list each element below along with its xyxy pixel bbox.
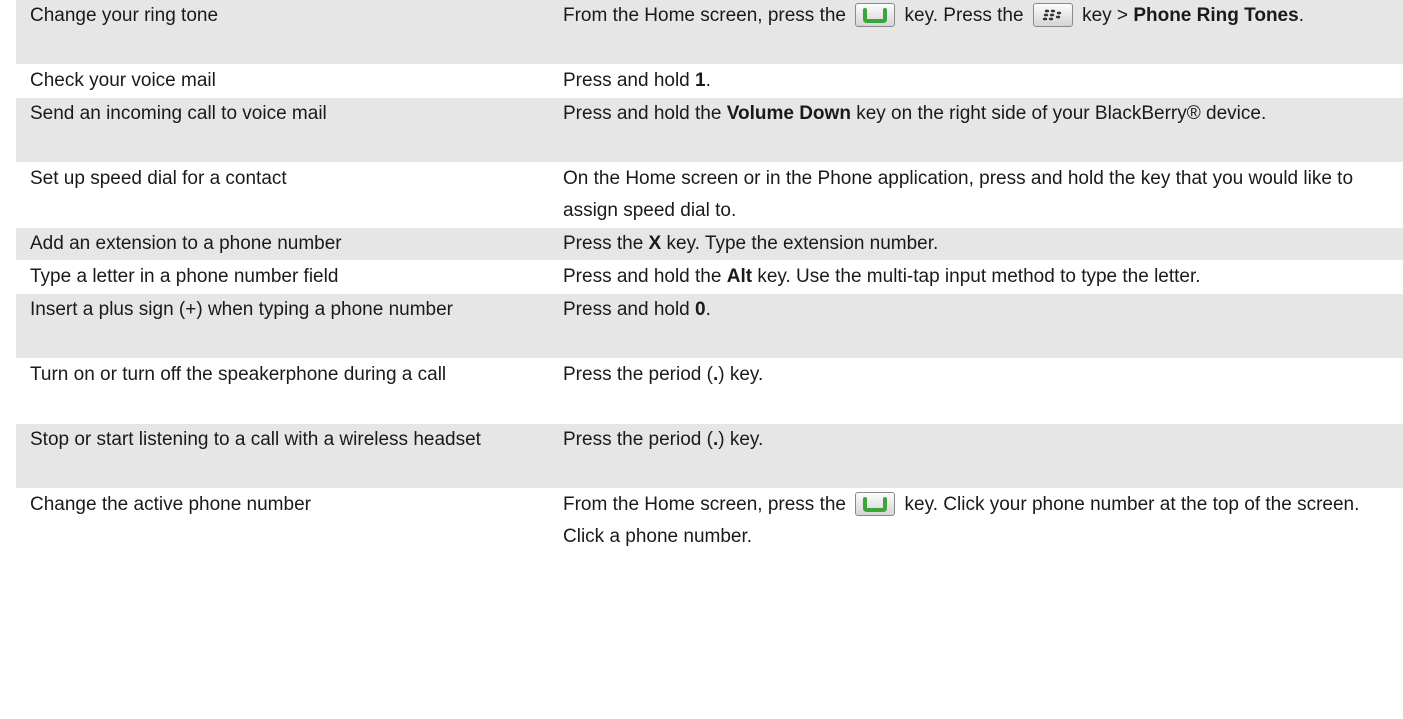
instruction-text: key. Type the extension number. — [661, 233, 939, 254]
key-name: Alt — [726, 266, 753, 287]
key-name: Phone Ring Tones — [1133, 5, 1299, 26]
send-key-icon — [855, 492, 896, 516]
instruction-cell: From the Home screen, press the key. Pre… — [549, 0, 1403, 65]
task-cell: Check your voice mail — [30, 70, 216, 91]
instruction-text: From the Home screen, press the — [563, 5, 852, 26]
table-row: Insert a plus sign (+) when typing a pho… — [16, 293, 1403, 359]
instruction-text: key > — [1076, 5, 1134, 26]
table-body: Change your ring tone From the Home scre… — [16, 0, 1403, 554]
instruction-text: On the Home screen or in the Phone appli… — [563, 168, 1354, 221]
instruction-text: ) key. — [718, 429, 764, 450]
table-row: Change the active phone number From the … — [16, 489, 1403, 554]
table-row: Send an incoming call to voice mail Pres… — [16, 97, 1403, 163]
task-cell: Change the active phone number — [30, 494, 311, 515]
instruction-text: . — [1298, 5, 1304, 26]
instruction-text: Press the — [563, 233, 649, 254]
table-row: Set up speed dial for a contact On the H… — [16, 163, 1403, 228]
key-name: X — [648, 233, 662, 254]
key-name: 1 — [695, 70, 706, 91]
key-name: Volume Down — [726, 103, 851, 124]
phone-shortcuts-table: Change your ring tone From the Home scre… — [16, 0, 1403, 554]
instruction-text: key. Use the multi-tap input method to t… — [752, 266, 1201, 287]
task-cell: Change your ring tone — [16, 0, 549, 65]
instruction-cell: Press and hold 1. — [549, 65, 1403, 98]
instruction-text: ) key. — [718, 364, 764, 385]
task-cell: Set up speed dial for a contact — [30, 168, 287, 189]
task-cell: Stop or start listening to a call with a… — [16, 423, 549, 489]
instruction-text: Press and hold the — [563, 103, 727, 124]
table-row: Change your ring tone From the Home scre… — [16, 0, 1403, 65]
table-row: Turn on or turn off the speakerphone dur… — [16, 359, 1403, 424]
instruction-cell: Press the X key. Type the extension numb… — [549, 227, 1403, 261]
task-cell: Add an extension to a phone number — [16, 227, 549, 261]
table-row: Stop or start listening to a call with a… — [16, 423, 1403, 489]
instruction-text: Press the period ( — [563, 429, 713, 450]
table-row: Add an extension to a phone number Press… — [16, 227, 1403, 261]
table-row: Type a letter in a phone number field Pr… — [16, 261, 1403, 294]
instruction-text: Press the period ( — [563, 364, 713, 385]
instruction-text: . — [705, 70, 711, 91]
key-name: 0 — [695, 299, 706, 320]
task-cell: Send an incoming call to voice mail — [16, 97, 549, 163]
instruction-text: From the Home screen, press the — [563, 494, 852, 515]
send-key-icon — [855, 3, 896, 27]
instruction-cell: Press the period (.) key. — [549, 423, 1403, 489]
instruction-cell: Press the period (.) key. — [549, 359, 1403, 424]
instruction-text: key on the right side of your BlackBerry… — [850, 103, 1267, 124]
instruction-cell: Press and hold 0. — [549, 293, 1403, 359]
menu-key-icon — [1032, 3, 1073, 27]
instruction-text: Press and hold the — [563, 266, 727, 287]
instruction-text: Press and hold — [563, 299, 696, 320]
instruction-text: Press and hold — [563, 70, 696, 91]
task-cell: Insert a plus sign (+) when typing a pho… — [16, 293, 549, 359]
instruction-cell: Press and hold the Alt key. Use the mult… — [549, 261, 1403, 294]
instruction-text: key. Press the — [899, 5, 1029, 26]
instruction-cell: On the Home screen or in the Phone appli… — [549, 163, 1403, 228]
task-cell: Turn on or turn off the speakerphone dur… — [30, 364, 447, 385]
instruction-cell: From the Home screen, press the key. Cli… — [549, 489, 1403, 554]
instruction-text: . — [705, 299, 711, 320]
instruction-cell: Press and hold the Volume Down key on th… — [549, 97, 1403, 163]
table-row: Check your voice mail Press and hold 1. — [16, 65, 1403, 98]
task-cell: Type a letter in a phone number field — [30, 266, 339, 287]
